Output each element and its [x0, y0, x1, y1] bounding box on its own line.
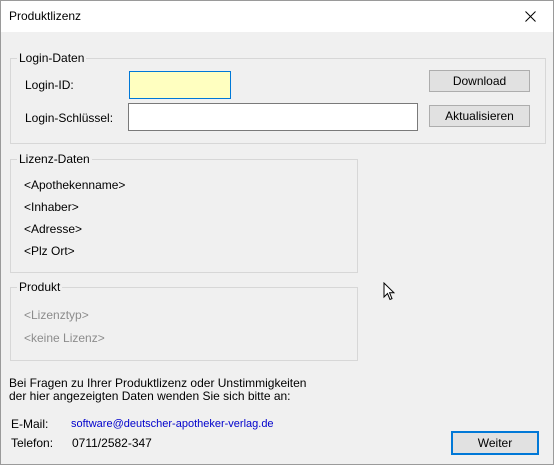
close-button[interactable]: [507, 1, 553, 32]
product-legend: Produkt: [17, 280, 63, 294]
license-status: <keine Lizenz>: [24, 331, 105, 345]
close-icon: [524, 11, 536, 22]
info-line-2: der hier angezeigten Daten wenden Sie si…: [9, 389, 291, 403]
email-label: E-Mail:: [11, 417, 49, 431]
info-line-1: Bei Fragen zu Ihrer Produktlizenz oder U…: [9, 376, 307, 390]
license-address: <Adresse>: [24, 222, 83, 236]
license-city: <Plz Ort>: [24, 244, 75, 258]
download-button[interactable]: Download: [429, 70, 530, 92]
login-key-input[interactable]: [128, 103, 418, 131]
login-data-legend: Login-Daten: [17, 51, 87, 65]
produktlizenz-dialog: Produktlizenz Login-Daten Login-ID: Logi…: [0, 0, 554, 465]
license-type: <Lizenztyp>: [24, 308, 89, 322]
pharmacy-name: <Apothekenname>: [24, 178, 126, 192]
window-title: Produktlizenz: [9, 9, 82, 23]
login-key-label: Login-Schlüssel:: [25, 111, 114, 125]
mouse-pointer-icon: [383, 282, 395, 301]
title-bar: Produktlizenz: [1, 1, 553, 32]
email-link[interactable]: software@deutscher-apotheker-verlag.de: [71, 417, 274, 431]
license-data-legend: Lizenz-Daten: [17, 152, 92, 166]
continue-button[interactable]: Weiter: [451, 431, 539, 455]
license-owner: <Inhaber>: [24, 200, 79, 214]
update-button[interactable]: Aktualisieren: [429, 105, 530, 127]
product-group: Produkt: [10, 280, 358, 361]
login-id-input[interactable]: [129, 71, 231, 99]
phone-value: 0711/2582-347: [72, 436, 152, 450]
phone-label: Telefon:: [11, 436, 54, 450]
login-id-label: Login-ID:: [25, 78, 74, 92]
